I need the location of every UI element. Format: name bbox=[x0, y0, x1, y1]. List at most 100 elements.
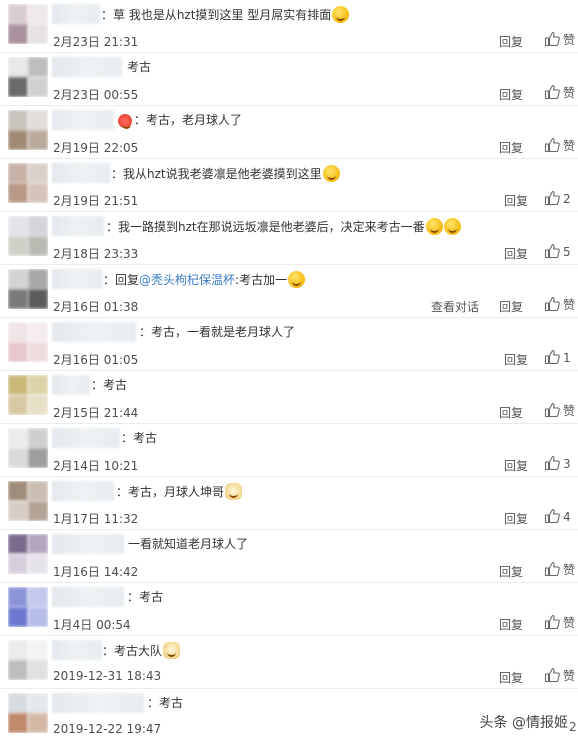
like-button[interactable]: 4 bbox=[544, 508, 571, 526]
comment-date: 2019-12-22 19:47 bbox=[53, 722, 162, 736]
like-count: 赞 bbox=[563, 404, 576, 418]
username-blurred[interactable] bbox=[52, 322, 136, 342]
reply-button[interactable]: 回复 bbox=[504, 192, 528, 209]
avatar[interactable] bbox=[8, 110, 48, 150]
comment-date: 1月17日 11:32 bbox=[53, 512, 139, 526]
username-blurred[interactable] bbox=[52, 269, 102, 289]
reply-button[interactable]: 回复 bbox=[499, 298, 523, 315]
comment-item: ：回复@秃头枸杞保温杯:考古加一 2月16日 01:38 查看对话 回复 赞 bbox=[0, 265, 578, 318]
reply-button[interactable]: 回复 bbox=[499, 669, 523, 686]
comment-list-screen: ：草 我也是从hzt摸到这里 型月屌实有排面 2月23日 21:31 回复 赞 … bbox=[0, 0, 578, 744]
thumbs-up-icon bbox=[544, 84, 560, 100]
laugh-emoji-icon bbox=[425, 218, 443, 235]
like-button[interactable]: 赞 bbox=[544, 137, 575, 155]
reply-button[interactable]: 回复 bbox=[499, 404, 523, 421]
avatar[interactable] bbox=[8, 216, 48, 256]
mention-link[interactable]: @秃头枸杞保温杯 bbox=[139, 273, 235, 287]
username-blurred[interactable] bbox=[52, 375, 90, 395]
avatar[interactable] bbox=[8, 4, 48, 44]
avatar[interactable] bbox=[8, 640, 48, 680]
username-blurred[interactable] bbox=[52, 110, 114, 130]
comment-item: ：考古，老月球人了 2月19日 22:05 回复 赞 bbox=[0, 106, 578, 159]
avatar[interactable] bbox=[8, 534, 48, 574]
comment-date: 2月14日 10:21 bbox=[53, 459, 139, 473]
reply-button[interactable]: 回复 bbox=[499, 86, 523, 103]
comment-date: 1月16日 14:42 bbox=[53, 565, 139, 579]
like-button[interactable]: 5 bbox=[544, 243, 571, 261]
avatar[interactable] bbox=[8, 57, 48, 97]
comment-item: ：我一路摸到hzt在那说远坂凛是他老婆后，决定来考古一番 2月18日 23:33… bbox=[0, 212, 578, 265]
comment-date: 2月19日 22:05 bbox=[53, 141, 139, 155]
comment-text: ：考古，老月球人了 bbox=[117, 112, 242, 129]
comment-text: ：草 我也是从hzt摸到这里 型月屌实有排面 bbox=[101, 6, 350, 23]
username-blurred[interactable] bbox=[52, 481, 114, 501]
like-count: 赞 bbox=[563, 139, 576, 153]
username-blurred[interactable] bbox=[52, 428, 120, 448]
reply-button[interactable]: 回复 bbox=[499, 616, 523, 633]
like-button[interactable]: 赞 bbox=[544, 402, 575, 420]
reply-button[interactable]: 回复 bbox=[504, 457, 528, 474]
like-button[interactable]: 1 bbox=[544, 349, 571, 367]
thumbs-up-icon bbox=[544, 243, 560, 259]
avatar[interactable] bbox=[8, 428, 48, 468]
comment-date: 2月16日 01:05 bbox=[53, 353, 139, 367]
avatar[interactable] bbox=[8, 163, 48, 203]
comment-date: 2月19日 21:51 bbox=[53, 194, 139, 208]
view-conversation-button[interactable]: 查看对话 bbox=[431, 298, 479, 315]
like-button[interactable]: 赞 bbox=[544, 561, 575, 579]
avatar[interactable] bbox=[8, 693, 48, 733]
avatar[interactable] bbox=[8, 481, 48, 521]
avatar[interactable] bbox=[8, 375, 48, 415]
reply-button[interactable]: 回复 bbox=[504, 351, 528, 368]
username-blurred[interactable] bbox=[52, 216, 104, 236]
comment-date: 2月23日 21:31 bbox=[53, 35, 139, 49]
avatar[interactable] bbox=[8, 322, 48, 362]
comment-date: 2019-12-31 18:43 bbox=[53, 669, 162, 683]
comment-date: 2月16日 01:38 bbox=[53, 300, 139, 314]
comment-date: 2月23日 00:55 bbox=[53, 88, 139, 102]
thumbs-up-icon bbox=[544, 455, 560, 471]
username-blurred[interactable] bbox=[52, 640, 102, 660]
like-count: 1 bbox=[563, 351, 571, 365]
comment-item: ：考古，一看就是老月球人了 2月16日 01:05 回复 1 bbox=[0, 318, 578, 371]
comment-item: ：考古 1月4日 00:54 回复 赞 bbox=[0, 583, 578, 636]
thumbs-up-icon bbox=[544, 137, 560, 153]
comment-text: 一看就知道老月球人了 bbox=[128, 537, 249, 551]
username-blurred[interactable] bbox=[52, 163, 110, 183]
like-button[interactable]: 赞 bbox=[544, 614, 575, 632]
reply-button[interactable]: 回复 bbox=[499, 33, 523, 50]
like-button[interactable]: 赞 bbox=[544, 84, 575, 102]
username-blurred[interactable] bbox=[52, 693, 144, 713]
comment-text: ：考古 bbox=[147, 696, 184, 710]
comment-text: ：我一路摸到hzt在那说远坂凛是他老婆后，决定来考古一番 bbox=[106, 218, 461, 235]
comment-text: ：考古，一看就是老月球人了 bbox=[139, 325, 296, 339]
like-count: 2 bbox=[569, 720, 577, 734]
thumbs-up-icon bbox=[544, 667, 560, 683]
comment-item: ：考古大队 2019-12-31 18:43 回复 赞 bbox=[0, 636, 578, 689]
like-button[interactable]: 3 bbox=[544, 455, 571, 473]
like-count: 5 bbox=[563, 245, 571, 259]
comment-date: 2月18日 23:33 bbox=[53, 247, 139, 261]
comment-text: ：考古大队 bbox=[102, 642, 181, 659]
like-button[interactable]: 2 bbox=[544, 190, 571, 208]
like-button[interactable]: 赞 bbox=[544, 31, 575, 49]
smile-emoji-icon bbox=[322, 165, 340, 182]
avatar[interactable] bbox=[8, 587, 48, 627]
reply-button[interactable]: 回复 bbox=[504, 510, 528, 527]
thumbs-up-icon bbox=[544, 614, 560, 630]
reply-button[interactable]: 回复 bbox=[499, 139, 523, 156]
laugh-emoji-icon bbox=[443, 218, 461, 235]
doge-emoji-icon bbox=[225, 483, 243, 500]
like-count: 2 bbox=[563, 192, 571, 206]
like-button[interactable]: 赞 bbox=[544, 296, 575, 314]
reply-button[interactable]: 回复 bbox=[504, 245, 528, 262]
like-count: 赞 bbox=[563, 563, 576, 577]
like-button[interactable]: 赞 bbox=[544, 667, 575, 685]
username-blurred[interactable] bbox=[52, 4, 100, 24]
avatar[interactable] bbox=[8, 269, 48, 309]
username-blurred[interactable] bbox=[52, 587, 124, 607]
comment-item: ：草 我也是从hzt摸到这里 型月屌实有排面 2月23日 21:31 回复 赞 bbox=[0, 0, 578, 53]
username-blurred[interactable] bbox=[52, 534, 124, 554]
reply-button[interactable]: 回复 bbox=[499, 563, 523, 580]
username-blurred[interactable] bbox=[52, 57, 122, 77]
